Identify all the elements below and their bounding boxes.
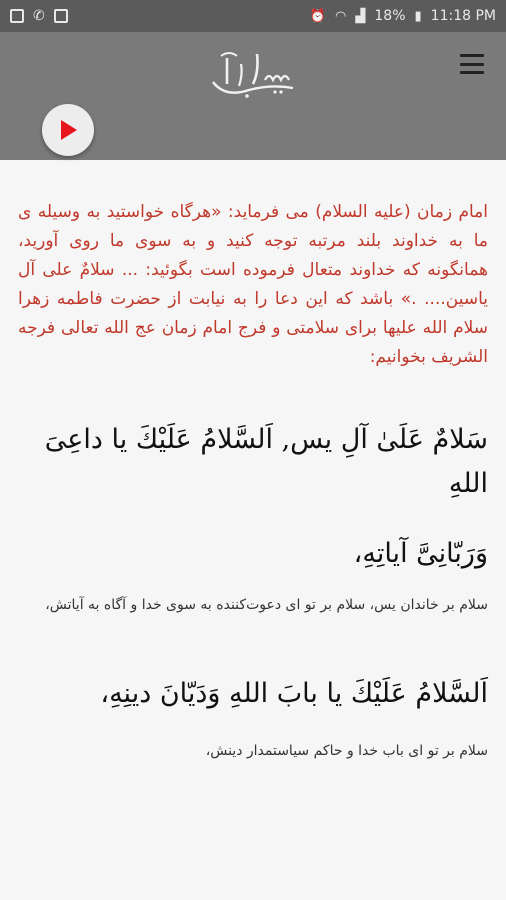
verse-1-arabic-line-1: سَلامٌ عَلَیٰ آلِ یس, اَلسَّلامُ عَلَیْك… bbox=[44, 424, 488, 499]
intro-text: امام زمان (علیه السلام) می فرماید: «هرگا… bbox=[18, 202, 488, 367]
hamburger-menu-icon[interactable] bbox=[460, 54, 484, 74]
prayer-content: امام زمان (علیه السلام) می فرماید: «هرگا… bbox=[18, 198, 488, 766]
play-button[interactable] bbox=[42, 104, 94, 156]
wifi-icon: ◠ bbox=[335, 8, 347, 24]
phone-icon: ✆ bbox=[33, 8, 45, 24]
verse-1-translation: سلام بر خاندان یس، سلام بر تو ای دعوت‌کن… bbox=[45, 597, 488, 613]
play-icon bbox=[61, 120, 77, 140]
verse-2-arabic: اَلسَّلامُ عَلَیْكَ یا بابَ اللهِ وَدَیّ… bbox=[100, 678, 488, 709]
verse-1-arabic: سَلامٌ عَلَیٰ آلِ یس, اَلسَّلامُ عَلَیْك… bbox=[18, 418, 488, 576]
status-bar-left: ✆ bbox=[10, 8, 68, 24]
notification-icon bbox=[53, 9, 68, 23]
app-toolbar bbox=[0, 32, 506, 160]
app-logo bbox=[212, 52, 294, 98]
image-icon bbox=[10, 9, 24, 23]
battery-icon: ▮ bbox=[414, 8, 422, 24]
clock: 11:18 PM bbox=[430, 8, 496, 24]
verse-2-translation: سلام بر تو ای باب خدا و حاکم سیاستمدار د… bbox=[205, 743, 488, 759]
status-bar-right: ⏰ ◠ ▟ 18% ▮ 11:18 PM bbox=[310, 8, 496, 24]
alarm-icon: ⏰ bbox=[309, 8, 327, 24]
status-bar: ✆ ⏰ ◠ ▟ 18% ▮ 11:18 PM bbox=[0, 0, 506, 32]
verse-1-arabic-line-2: وَرَبّانِیَّ آیاتِهِ، bbox=[353, 538, 488, 569]
signal-icon: ▟ bbox=[355, 8, 366, 24]
battery-percent: 18% bbox=[374, 8, 406, 24]
